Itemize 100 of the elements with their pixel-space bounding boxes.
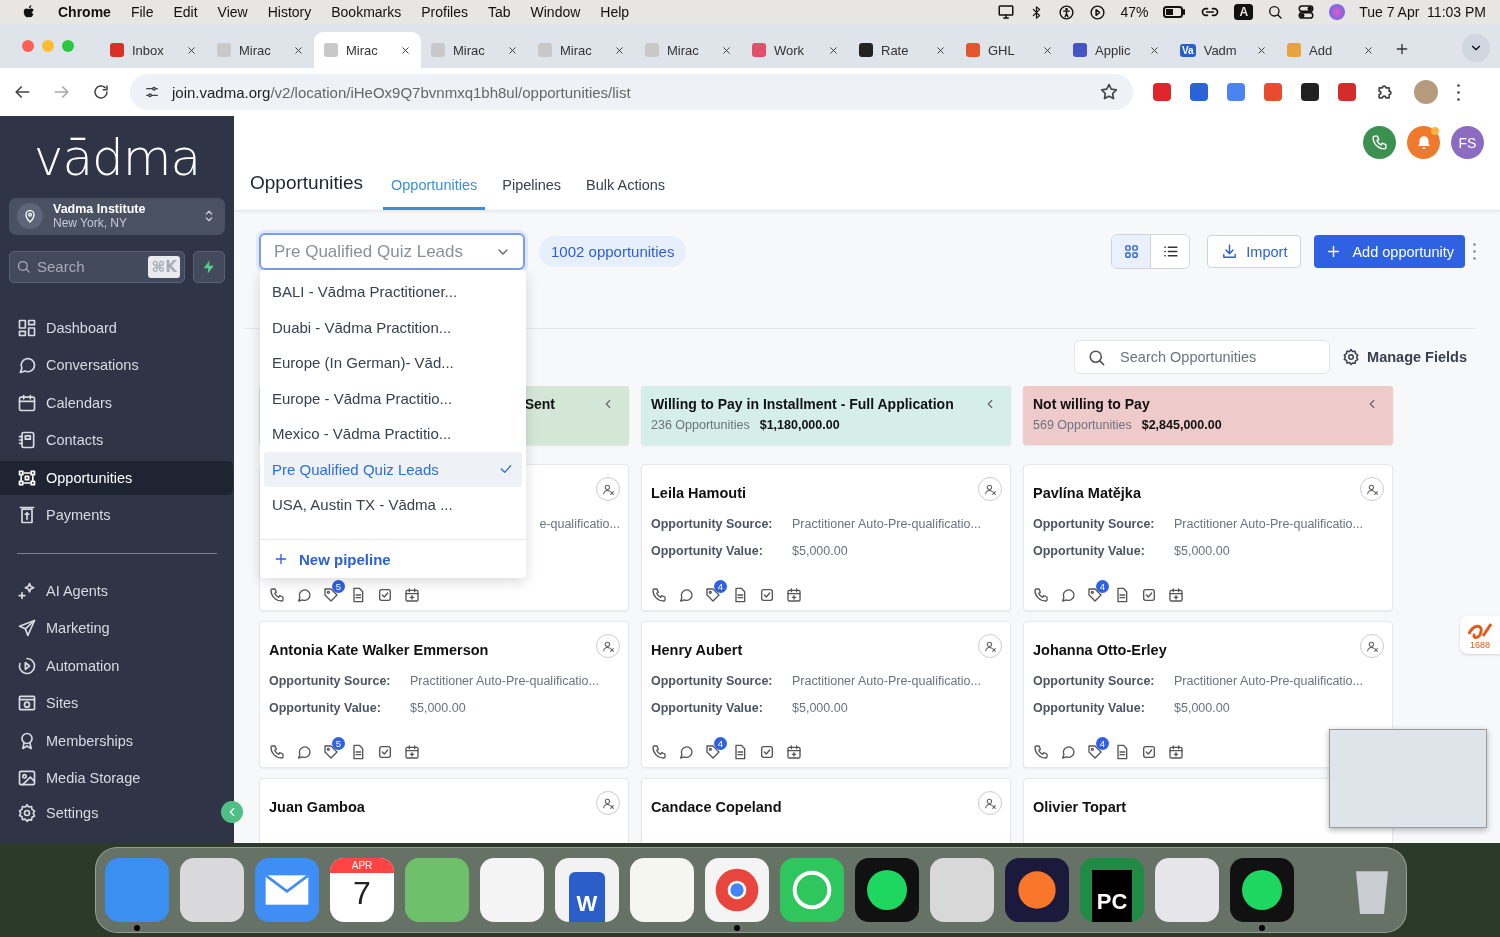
- document-app-icon[interactable]: W: [555, 858, 619, 922]
- pipeline-option[interactable]: Europe - Vādma Practitio...: [264, 380, 522, 416]
- menu-item[interactable]: Bookmarks: [331, 4, 402, 20]
- pipeline-option[interactable]: USA, Austin TX - Vādma ...: [264, 487, 522, 523]
- browser-tab[interactable]: Work: [742, 32, 849, 68]
- search-field[interactable]: Search Opportunities: [1074, 340, 1331, 374]
- nav-item[interactable]: Media Storage: [0, 761, 233, 796]
- favicon-icon: [324, 43, 338, 57]
- search-icon: [1267, 4, 1284, 20]
- opportunity-card[interactable]: Johanna Otto-Erley Opportunity Source: Practitioner Auto-Pre-qualificatio... Opportunity Value: $5,000.00 4: [1023, 621, 1393, 768]
- close-icon: [507, 44, 518, 56]
- notifications-button[interactable]: [1407, 126, 1440, 159]
- browser-tab[interactable]: Mirac: [528, 32, 635, 68]
- nav-item[interactable]: Settings: [0, 795, 111, 830]
- browser-tab[interactable]: Rate: [849, 32, 956, 68]
- menubar-clock[interactable]: Tue 7 Apr 11:03 PM: [1359, 4, 1486, 20]
- opportunity-card[interactable]: Pavlína Matějka Opportunity Source: Practitioner Auto-Pre-qualificatio... Opportunity Value: $5,000.00 4: [1023, 464, 1393, 611]
- phone-icon: [651, 587, 667, 603]
- running-indicator: [734, 925, 740, 931]
- pipeline-option[interactable]: BALI - Vādma Practitioner...: [264, 274, 522, 310]
- tab-title: Applic: [1095, 42, 1132, 58]
- nav-item[interactable]: Opportunities: [0, 460, 233, 495]
- menu-item[interactable]: View: [217, 4, 248, 20]
- orb-icon[interactable]: [1329, 4, 1346, 20]
- menu-item[interactable]: Window: [530, 4, 581, 20]
- view-toggle[interactable]: [1150, 235, 1190, 268]
- nav-item[interactable]: Conversations: [0, 348, 233, 383]
- play-icon: [1089, 3, 1107, 21]
- browser-tab[interactable]: Add: [1277, 32, 1384, 68]
- nav-item[interactable]: Dashboard: [0, 310, 233, 345]
- opportunity-card[interactable]: Antonia Kate Walker Emmerson Opportunity Source: Practitioner Auto-Pre-qualificatio... Opportunity Value: $5,000.00 5: [259, 621, 629, 768]
- menu-item[interactable]: Tab: [487, 4, 511, 20]
- more-options-icon[interactable]: [1473, 243, 1476, 260]
- opportunity-card[interactable]: Juan Gamboa: [259, 778, 629, 843]
- manage-fields-button[interactable]: Manage Fields: [1342, 348, 1467, 366]
- input-source[interactable]: A: [1234, 4, 1254, 20]
- mail-app-icon[interactable]: [255, 858, 319, 922]
- favicon-icon: [966, 43, 980, 57]
- page-tab[interactable]: Pipelines: [494, 177, 570, 210]
- pipeline-option[interactable]: Mexico - Vādma Practitio...: [264, 416, 522, 452]
- app-menu[interactable]: Chrome: [58, 4, 111, 20]
- browser-tab[interactable]: Applic: [1063, 32, 1170, 68]
- profile-avatar[interactable]: [1414, 80, 1438, 104]
- calendar-app-icon[interactable]: APR 7: [330, 858, 394, 922]
- settings-icon: [17, 802, 37, 823]
- view-toggle[interactable]: [1112, 235, 1151, 268]
- nav-item[interactable]: Contacts: [0, 423, 233, 458]
- count-badge: 4: [1096, 737, 1109, 750]
- calendar-add-icon: [404, 587, 420, 603]
- opportunity-card[interactable]: Leila Hamouti Opportunity Source: Practitioner Auto-Pre-qualificatio... Opportunity Value: $5,000.00 4: [641, 464, 1011, 611]
- nav-item[interactable]: Automation: [0, 648, 233, 683]
- field-value: Practitioner Auto-Pre-qualificatio...: [1174, 674, 1364, 688]
- search-field[interactable]: Search ⌘K: [9, 250, 185, 283]
- field-label: Opportunity Source:: [269, 674, 392, 688]
- browser-tab[interactable]: Mirac: [314, 32, 421, 68]
- account-switcher[interactable]: Vadma Institute New York, NY: [9, 198, 225, 235]
- browser-tab[interactable]: Mirac: [635, 32, 742, 68]
- browser-tab[interactable]: Va Vadm: [1170, 32, 1277, 68]
- menu-item[interactable]: Edit: [173, 4, 198, 20]
- user-avatar[interactable]: FS: [1451, 126, 1484, 159]
- import-button[interactable]: Import: [1207, 235, 1302, 268]
- opportunity-card[interactable]: Henry Aubert Opportunity Source: Practitioner Auto-Pre-qualificatio... Opportunity Value: $5,000.00 4: [641, 621, 1011, 768]
- contact-name: Pavlína Matějka: [1033, 485, 1141, 501]
- nav-item[interactable]: Calendars: [0, 385, 233, 420]
- nav-item[interactable]: Marketing: [0, 611, 233, 646]
- browser-tab[interactable]: GHL: [956, 32, 1063, 68]
- menu-icon[interactable]: [1457, 83, 1460, 101]
- call-button[interactable]: [1363, 126, 1396, 159]
- page-tab[interactable]: Bulk Actions: [578, 177, 674, 210]
- quick-action-button[interactable]: [193, 250, 225, 283]
- pipeline-option[interactable]: Europe (In German)- Vād...: [264, 345, 522, 381]
- code-app-icon[interactable]: PC: [1080, 858, 1144, 922]
- nav-item[interactable]: Memberships: [0, 723, 233, 758]
- side-widget[interactable]: 1688: [1460, 616, 1500, 654]
- field-label: Opportunity Source:: [1033, 674, 1156, 688]
- pipeline-option[interactable]: Pre Qualified Quiz Leads: [264, 451, 522, 487]
- favicon-icon: [431, 43, 445, 57]
- address-bar[interactable]: join.vadma.org/v2/location/iHeOx9Q7bvnmxq1bh8ul/opportunities/list: [130, 74, 1133, 110]
- chat-app-icon[interactable]: [780, 858, 844, 922]
- browser-app-icon[interactable]: [705, 858, 769, 922]
- logo-text: vādma: [32, 128, 202, 189]
- menu-item[interactable]: History: [267, 4, 312, 20]
- nav-item[interactable]: Sites: [0, 686, 233, 721]
- menu-item[interactable]: File: [130, 4, 154, 20]
- extension-icon[interactable]: [1301, 83, 1319, 101]
- pipeline-option[interactable]: Duabi - Vādma Practition...: [264, 309, 522, 345]
- collapse-sidebar-button[interactable]: [221, 801, 243, 823]
- browser-tab[interactable]: Mirac: [421, 32, 528, 68]
- screenshot-thumbnail-toast[interactable]: [1329, 729, 1487, 828]
- page-tab[interactable]: Opportunities: [383, 177, 486, 210]
- opportunity-card[interactable]: Candace Copeland: [641, 778, 1011, 843]
- add-opportunity-button[interactable]: Add opportunity: [1314, 235, 1465, 268]
- browser-tab[interactable]: Mirac: [207, 32, 314, 68]
- close-window-button[interactable]: [22, 40, 34, 52]
- new-pipeline-button[interactable]: New pipeline: [260, 539, 526, 578]
- browser-tab[interactable]: Inbox: [100, 32, 207, 68]
- menu-item[interactable]: Profiles: [421, 4, 468, 20]
- menu-item[interactable]: Help: [600, 4, 630, 20]
- nav-item[interactable]: Payments: [0, 498, 233, 533]
- nav-item[interactable]: AI Agents: [0, 573, 233, 608]
